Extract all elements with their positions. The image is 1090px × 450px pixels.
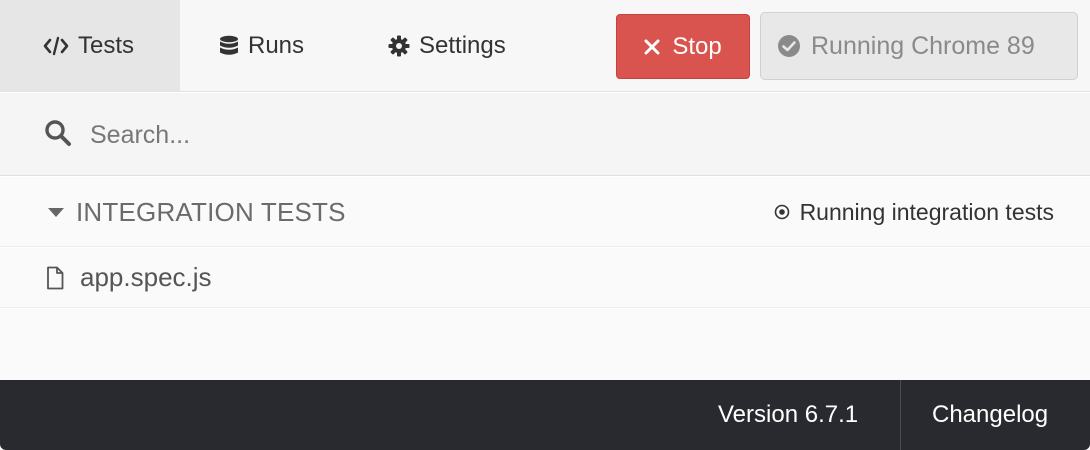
- stop-button[interactable]: Stop: [616, 14, 750, 79]
- folder-status: Running integration tests: [774, 177, 1054, 247]
- spec-file-name: app.spec.js: [80, 262, 212, 292]
- spec-file-row[interactable]: app.spec.js: [0, 248, 1090, 308]
- stop-button-label: Stop: [672, 32, 722, 60]
- tab-settings[interactable]: Settings: [360, 0, 560, 91]
- tab-runs[interactable]: Runs: [180, 0, 360, 91]
- top-navigation: Tests Runs Settings Stop Running Chrome …: [0, 0, 1090, 92]
- search-bar: [0, 93, 1090, 176]
- caret-down-icon: [48, 207, 64, 217]
- folder-status-label: Running integration tests: [799, 198, 1054, 225]
- tab-settings-label: Settings: [419, 31, 506, 59]
- tab-tests[interactable]: Tests: [0, 0, 180, 91]
- browser-label: Running Chrome 89: [811, 31, 1035, 60]
- footer-divider: [900, 380, 901, 450]
- folder-title: INTEGRATION TESTS: [76, 196, 346, 227]
- folder-toggle[interactable]: INTEGRATION TESTS: [48, 177, 346, 247]
- footer: Version 6.7.1 Changelog: [0, 380, 1090, 450]
- changelog-link[interactable]: Changelog: [932, 380, 1048, 450]
- version-label: Version 6.7.1: [718, 401, 859, 428]
- search-input[interactable]: [80, 111, 1060, 159]
- specs-empty-area: [0, 309, 1090, 380]
- tab-runs-label: Runs: [248, 31, 305, 59]
- code-icon: [43, 36, 69, 56]
- database-icon: [219, 35, 239, 57]
- file-icon: [46, 266, 64, 290]
- tab-tests-label: Tests: [78, 31, 135, 59]
- browser-selector-button[interactable]: Running Chrome 89: [760, 12, 1078, 80]
- search-icon: [44, 119, 72, 147]
- check-circle-icon: [777, 34, 801, 58]
- spec-folder-header: INTEGRATION TESTS Running integration te…: [0, 177, 1090, 247]
- close-icon: [644, 39, 660, 55]
- radio-dot-icon: [774, 204, 790, 220]
- gear-icon: [388, 35, 410, 57]
